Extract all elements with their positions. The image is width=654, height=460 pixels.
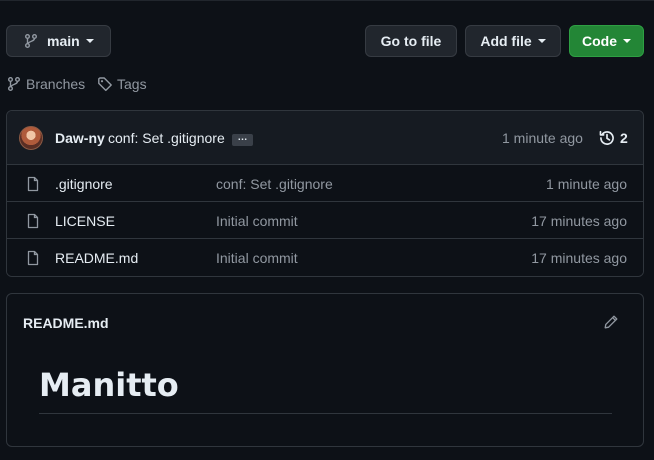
chevron-down-icon [537,39,546,43]
file-name[interactable]: LICENSE [55,213,115,229]
add-file-label: Add file [480,33,532,49]
file-name[interactable]: .gitignore [55,176,113,192]
branches-label: Branches [26,76,86,92]
file-icon [25,213,41,229]
file-commit-time: 1 minute ago [546,176,627,192]
git-branch-icon [23,33,39,49]
readme-title[interactable]: README.md [23,315,109,331]
avatar[interactable] [19,126,43,150]
file-row[interactable]: LICENSE Initial commit 17 minutes ago [7,202,643,239]
commit-author[interactable]: Daw-ny [55,130,105,146]
commit-time: 1 minute ago [502,130,583,146]
file-row[interactable]: README.md Initial commit 17 minutes ago [7,239,643,276]
code-label: Code [582,33,617,49]
file-browser: Daw-ny conf: Set .gitignore … 1 minute a… [6,110,644,277]
chevron-down-icon [85,39,94,43]
go-to-file-button[interactable]: Go to file [365,25,457,57]
commit-message[interactable]: conf: Set .gitignore [108,130,225,146]
expand-commit-button[interactable]: … [232,133,253,146]
file-row[interactable]: .gitignore conf: Set .gitignore 1 minute… [7,165,643,202]
history-icon [598,129,616,147]
tags-link[interactable]: Tags [97,76,147,92]
latest-commit-bar: Daw-ny conf: Set .gitignore … 1 minute a… [7,111,643,165]
file-commit-message[interactable]: conf: Set .gitignore [216,176,333,192]
add-file-button[interactable]: Add file [465,25,561,57]
code-button[interactable]: Code [569,25,644,57]
file-commit-time: 17 minutes ago [531,250,627,266]
tags-label: Tags [117,76,147,92]
tag-icon [97,76,113,92]
branches-link[interactable]: Branches [6,76,85,92]
readme-panel: README.md Manitto [6,293,644,447]
file-name[interactable]: README.md [55,250,138,266]
branch-name: main [47,33,80,49]
branch-selector-button[interactable]: main [6,25,111,57]
file-icon [25,176,41,192]
file-commit-time: 17 minutes ago [531,213,627,229]
top-divider [0,0,654,1]
heading-divider [39,413,612,414]
commit-count: 2 [620,130,628,146]
chevron-down-icon [623,39,631,43]
readme-heading: Manitto [39,366,179,404]
file-commit-message[interactable]: Initial commit [216,213,298,229]
file-icon [25,250,41,266]
pencil-icon[interactable] [603,314,619,330]
commit-history-link[interactable]: 2 [598,129,628,147]
file-commit-message[interactable]: Initial commit [216,250,298,266]
git-branch-icon [6,76,22,92]
